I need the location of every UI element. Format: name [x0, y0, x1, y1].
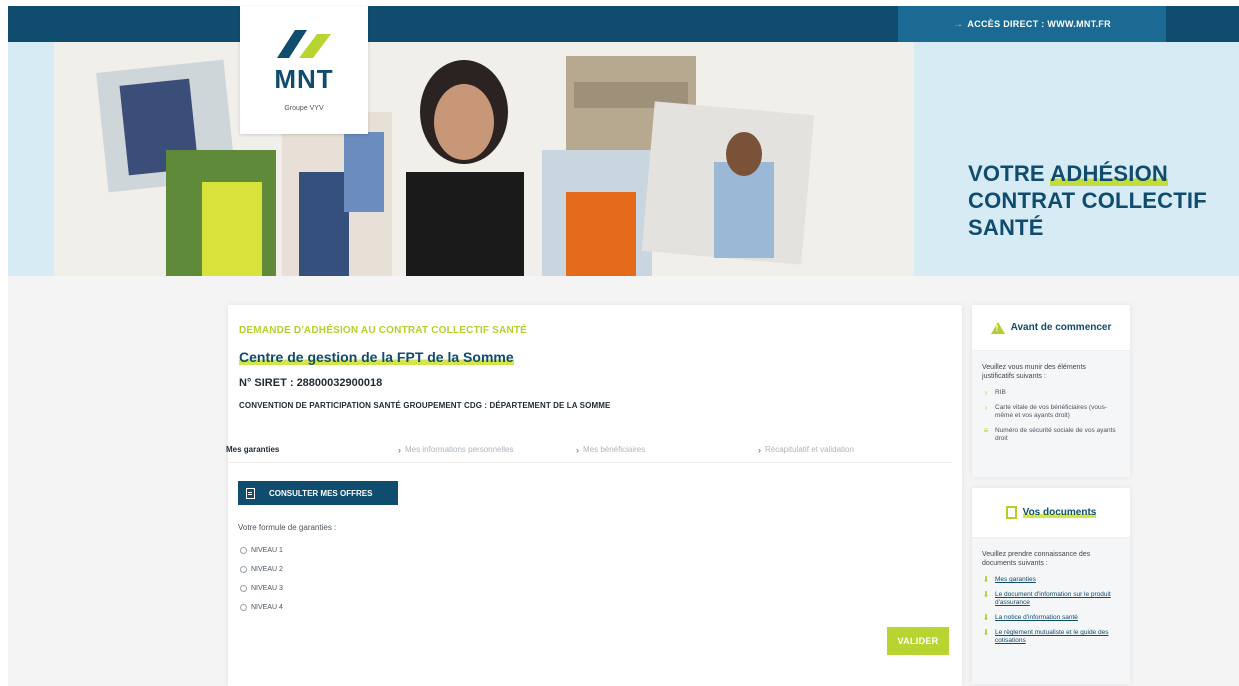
download-icon: ⬇ — [982, 628, 990, 637]
hero-banner: VOTRE ADHÉSION CONTRAT COLLECTIF SANTÉ — [8, 42, 1239, 276]
list-item: › RIB — [982, 389, 1120, 397]
document-link[interactable]: ⬇ Le règlement mutualiste et le guide des… — [982, 629, 1120, 645]
chevron-right-icon: › — [758, 444, 761, 455]
document-link[interactable]: ⬇ Le document d'information sur le produi… — [982, 591, 1120, 607]
direct-access-label: ACCÈS DIRECT : WWW.MNT.FR — [967, 19, 1111, 29]
hero-title-line2: CONTRAT COLLECTIF — [968, 188, 1207, 213]
formula-option-niveau-3[interactable]: NIVEAU 3 — [240, 579, 283, 598]
before-start-body: Veuillez vous munir des éléments justifi… — [972, 351, 1130, 477]
hero-title-line3: SANTÉ — [968, 215, 1044, 240]
step-label: Mes bénéficiaires — [583, 445, 646, 454]
document-link-text[interactable]: Le document d'information sur le produit… — [995, 591, 1120, 607]
step-recapitulatif: › Récapitulatif et validation — [758, 445, 854, 455]
document-link-text[interactable]: Le règlement mutualiste et le guide des … — [995, 629, 1120, 645]
hero-photo-collage — [54, 42, 914, 276]
siret-number: N° SIRET : 28800032900018 — [239, 377, 383, 389]
document-link-text[interactable]: La notice d'information santé — [995, 614, 1078, 622]
option-label: NIVEAU 2 — [251, 566, 283, 573]
list-item-text: Numéro de sécurité sociale de vos ayants… — [995, 427, 1116, 442]
formula-option-niveau-4[interactable]: NIVEAU 4 — [240, 598, 283, 617]
chevron-right-icon: › — [398, 444, 401, 455]
convention-label: CONVENTION DE PARTICIPATION SANTÉ GROUPE… — [239, 401, 611, 410]
mnt-logo-mark-icon — [277, 30, 331, 58]
step-label: Mes garanties — [226, 445, 280, 454]
logo-brand: MNT — [274, 64, 334, 94]
option-label: NIVEAU 4 — [251, 604, 283, 611]
download-icon: ⬇ — [982, 575, 990, 584]
list-item: ≡ Numéro de sécurité sociale de vos ayant… — [982, 427, 1120, 443]
consult-offers-label: CONSULTER MES OFFRES — [269, 488, 373, 498]
hero-title-line1: VOTRE — [968, 161, 1051, 186]
mnt-logo[interactable]: MNT Groupe VYV — [240, 6, 368, 134]
validate-button[interactable]: VALIDER — [887, 627, 949, 655]
before-start-title: Avant de commencer — [1010, 322, 1112, 333]
radio-button[interactable] — [240, 585, 247, 592]
hero-title-highlight: ADHÉSION — [1050, 161, 1169, 186]
arrow-right-icon: → — [953, 18, 964, 30]
step-garanties: Mes garanties — [226, 445, 398, 454]
step-label: Récapitulatif et validation — [765, 445, 854, 454]
step-label: Mes informations personnelles — [405, 445, 514, 454]
before-start-card: Avant de commencer Veuillez vous munir d… — [972, 305, 1130, 477]
radio-button[interactable] — [240, 547, 247, 554]
organization-name-text: Centre de gestion de la FPT de la Somme — [239, 349, 514, 365]
organization-name: Centre de gestion de la FPT de la Somme — [239, 349, 514, 365]
step-beneficiaires: › Mes bénéficiaires — [576, 445, 758, 455]
formula-label: Votre formule de garanties : — [238, 523, 337, 532]
step-informations: › Mes informations personnelles — [398, 445, 576, 455]
radio-button[interactable] — [240, 566, 247, 573]
logo-group: Groupe VYV — [284, 105, 324, 112]
before-start-header: Avant de commencer — [972, 305, 1130, 351]
formula-option-niveau-2[interactable]: NIVEAU 2 — [240, 560, 283, 579]
documents-body: Veuillez prendre connaissance des docume… — [972, 538, 1130, 684]
before-start-intro: Veuillez vous munir des éléments justifi… — [982, 364, 1086, 380]
warning-icon — [990, 321, 1005, 334]
form-eyebrow: DEMANDE D'ADHÉSION AU CONTRAT COLLECTIF … — [239, 325, 528, 336]
list-item-text: RIB — [995, 389, 1006, 396]
option-label: NIVEAU 1 — [251, 547, 283, 554]
document-link-text[interactable]: Mes garanties — [995, 576, 1036, 584]
hero-illustration — [96, 56, 815, 276]
documents-header: Vos documents — [972, 488, 1130, 538]
hero-title: VOTRE ADHÉSION CONTRAT COLLECTIF SANTÉ — [968, 160, 1207, 241]
download-icon: ⬇ — [982, 590, 990, 599]
document-link[interactable]: ⬇ La notice d'information santé — [982, 614, 1120, 622]
document-link[interactable]: ⬇ Mes garanties — [982, 576, 1120, 584]
progress-steps: Mes garanties › Mes informations personn… — [226, 437, 952, 463]
direct-access-link[interactable]: → ACCÈS DIRECT : WWW.MNT.FR — [898, 6, 1166, 42]
document-icon — [1005, 506, 1017, 519]
radio-button[interactable] — [240, 604, 247, 611]
card-icon: › — [984, 403, 988, 412]
list-icon: ≡ — [983, 426, 989, 435]
top-bar: → ACCÈS DIRECT : WWW.MNT.FR — [8, 6, 1239, 42]
formula-options: NIVEAU 1 NIVEAU 2 NIVEAU 3 NIVEAU 4 — [240, 541, 283, 617]
option-label: NIVEAU 3 — [251, 585, 283, 592]
chevron-right-icon: › — [576, 444, 579, 455]
consult-offers-button[interactable]: CONSULTER MES OFFRES — [238, 481, 398, 505]
documents-card: Vos documents Veuillez prendre connaissa… — [972, 488, 1130, 684]
formula-option-niveau-1[interactable]: NIVEAU 1 — [240, 541, 283, 560]
check-icon: › — [984, 388, 988, 397]
adhesion-form-card: DEMANDE D'ADHÉSION AU CONTRAT COLLECTIF … — [226, 305, 962, 686]
documents-intro: Veuillez prendre connaissance des docume… — [982, 551, 1091, 567]
documents-title: Vos documents — [1022, 507, 1097, 518]
download-icon: ⬇ — [982, 613, 990, 622]
document-icon — [246, 487, 255, 499]
list-item: › Carte vitale de vos bénéficiaires (vous… — [982, 404, 1120, 420]
list-item-text: Carte vitale de vos bénéficiaires (vous-… — [995, 404, 1107, 419]
